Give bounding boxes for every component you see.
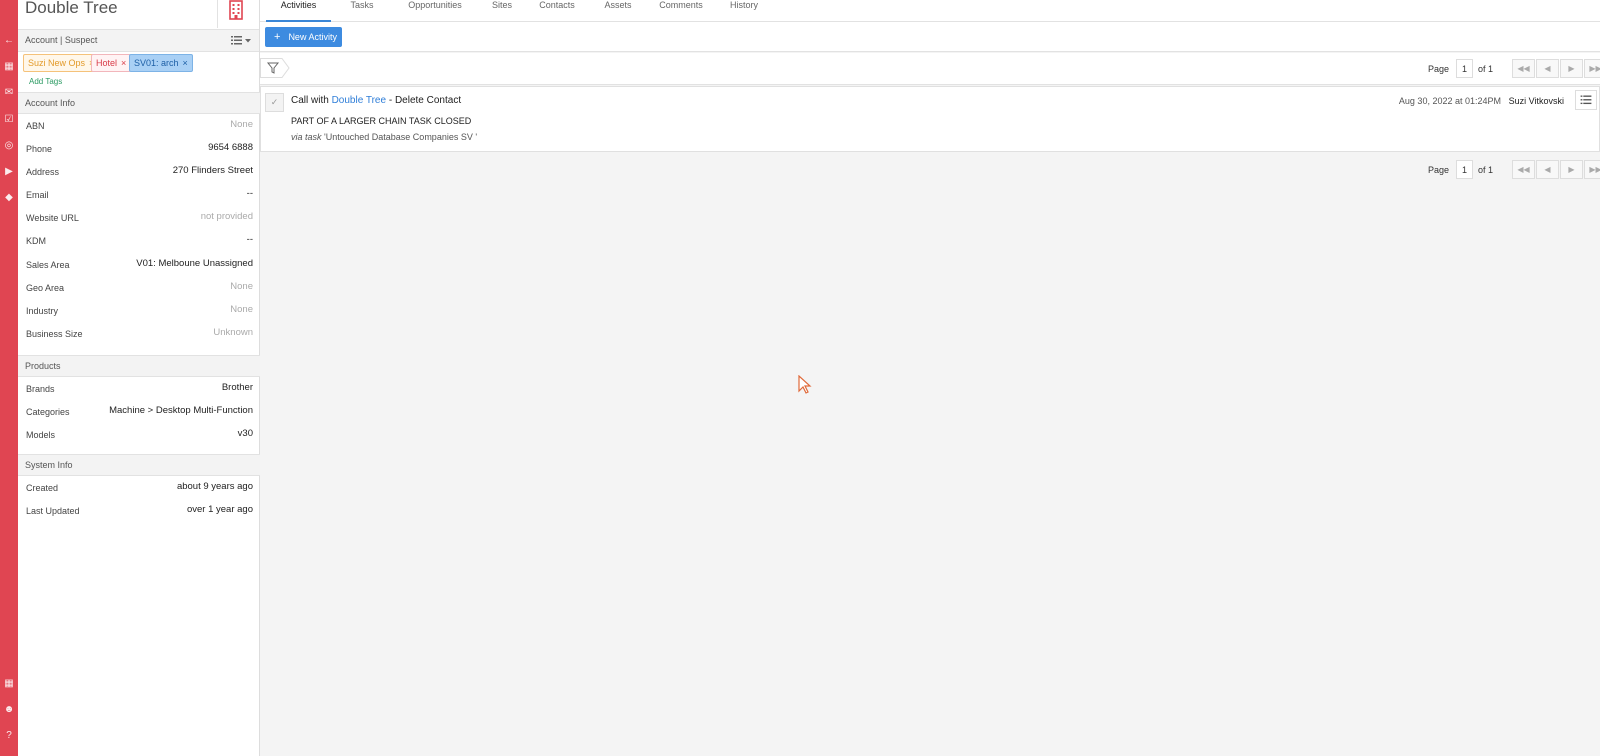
system-row-created: Created about 9 years ago xyxy=(26,481,253,493)
info-row-geo-area: Geo Area None xyxy=(26,280,253,293)
next-page-icon[interactable]: ▶ xyxy=(1560,160,1583,179)
first-page-icon[interactable]: ◀◀ xyxy=(1512,59,1535,78)
page-input[interactable] xyxy=(1456,59,1473,78)
first-page-icon[interactable]: ◀◀ xyxy=(1512,160,1535,179)
account-title: Double Tree xyxy=(25,0,118,17)
info-row-kdm: KDM -- xyxy=(26,234,253,247)
tag-icon[interactable]: ◆ xyxy=(0,191,18,205)
task-checkbox-icon[interactable]: ✓ xyxy=(265,93,284,112)
info-row-address: Address 270 Flinders Street xyxy=(26,165,253,178)
account-status-bar: Account | Suspect xyxy=(18,30,259,52)
activity-user: Suzi Vitkovski xyxy=(1508,96,1564,106)
building-icon xyxy=(229,0,243,20)
account-status: Account | Suspect xyxy=(25,35,98,45)
account-sidebar: Double Tree Account | Suspect Suzi New O… xyxy=(18,0,260,756)
account-header: Double Tree xyxy=(18,0,259,30)
info-row-website: Website URL not provided xyxy=(26,211,253,224)
app-rail: ← ▦ ✉ ☑ ◎ ▶ ◆ ▦ ☻ ? xyxy=(0,0,18,756)
section-products: Products xyxy=(18,355,260,377)
header-divider xyxy=(217,0,218,28)
section-account-info: Account Info xyxy=(18,92,260,114)
pager-top: Page of 1 ◀◀ ◀ ▶ ▶▶ xyxy=(1428,59,1600,79)
tab-comments[interactable]: Comments xyxy=(652,0,710,22)
mouse-cursor-icon xyxy=(798,375,812,394)
pager-bottom: Page of 1 ◀◀ ◀ ▶ ▶▶ xyxy=(1428,160,1600,180)
tab-history[interactable]: History xyxy=(721,0,767,22)
info-row-abn: ABN None xyxy=(26,119,253,131)
activity-note: PART OF A LARGER CHAIN TASK CLOSED xyxy=(291,116,472,126)
system-row-last-updated: Last Updated over 1 year ago xyxy=(26,504,253,517)
tab-sites[interactable]: Sites xyxy=(484,0,520,22)
tag-remove-icon[interactable]: × xyxy=(121,58,126,68)
tab-opportunities[interactable]: Opportunities xyxy=(398,0,472,22)
page-input[interactable] xyxy=(1456,160,1473,179)
tag-hotel[interactable]: Hotel × xyxy=(91,54,132,72)
filter-icon[interactable] xyxy=(260,58,290,78)
tag-sv01-arch[interactable]: SV01: arch × xyxy=(129,54,193,72)
account-link[interactable]: Double Tree xyxy=(332,95,386,106)
prev-page-icon[interactable]: ◀ xyxy=(1536,160,1559,179)
user-icon[interactable]: ☻ xyxy=(0,703,18,717)
activity-item[interactable]: ✓ Call with Double Tree - Delete Contact… xyxy=(260,86,1600,152)
filter-bar: Page of 1 ◀◀ ◀ ▶ ▶▶ xyxy=(260,53,1600,85)
prev-page-icon[interactable]: ◀ xyxy=(1536,59,1559,78)
next-page-icon[interactable]: ▶ xyxy=(1560,59,1583,78)
plus-icon: + xyxy=(274,31,281,43)
section-system-info: System Info xyxy=(18,454,260,476)
inbox-icon[interactable]: ✉ xyxy=(0,86,18,100)
tab-tasks[interactable]: Tasks xyxy=(340,0,384,22)
activity-menu-icon[interactable] xyxy=(1575,90,1597,110)
info-row-sales-area: Sales Area V01: Melboune Unassigned xyxy=(26,257,253,270)
info-row-email: Email -- xyxy=(26,188,253,201)
tab-assets[interactable]: Assets xyxy=(597,0,639,22)
product-row-brands: Brands Brother xyxy=(26,382,253,394)
tab-bar: Activities Tasks Opportunities Sites Con… xyxy=(260,0,1600,22)
add-tags-link[interactable]: Add Tags xyxy=(29,77,62,86)
new-activity-button[interactable]: + New Activity xyxy=(265,27,342,47)
info-row-business-size: Business Size Unknown xyxy=(26,326,253,339)
activity-toolbar: + New Activity xyxy=(260,22,1600,52)
grid-icon[interactable]: ▦ xyxy=(0,677,18,691)
last-page-icon[interactable]: ▶▶ xyxy=(1584,59,1600,78)
product-row-categories: Categories Machine > Desktop Multi-Functi… xyxy=(26,405,253,418)
product-row-models: Models v30 xyxy=(26,428,253,441)
info-row-industry: Industry None xyxy=(26,303,253,316)
activity-date: Aug 30, 2022 at 01:24PM xyxy=(1398,96,1501,106)
building-icon[interactable]: ▦ xyxy=(0,60,18,74)
tag-remove-icon[interactable]: × xyxy=(183,58,188,68)
activity-title: Call with Double Tree - Delete Contact xyxy=(291,95,462,106)
list-menu-icon[interactable] xyxy=(231,35,253,46)
main-panel: Activities Tasks Opportunities Sites Con… xyxy=(260,0,1600,756)
tab-activities[interactable]: Activities xyxy=(266,0,331,22)
checkbox-icon[interactable]: ☑ xyxy=(0,113,18,127)
tag-suzi-new-ops[interactable]: Suzi New Ops× xyxy=(23,54,100,72)
last-page-icon[interactable]: ▶▶ xyxy=(1584,160,1600,179)
target-icon[interactable]: ◎ xyxy=(0,139,18,153)
megaphone-icon[interactable]: ▶ xyxy=(0,165,18,179)
info-row-phone: Phone 9654 6888 xyxy=(26,142,253,155)
activity-via: via task 'Untouched Database Companies S… xyxy=(291,132,478,142)
help-icon[interactable]: ? xyxy=(0,729,18,743)
back-arrow-icon[interactable]: ← xyxy=(0,34,18,48)
tab-contacts[interactable]: Contacts xyxy=(532,0,582,22)
